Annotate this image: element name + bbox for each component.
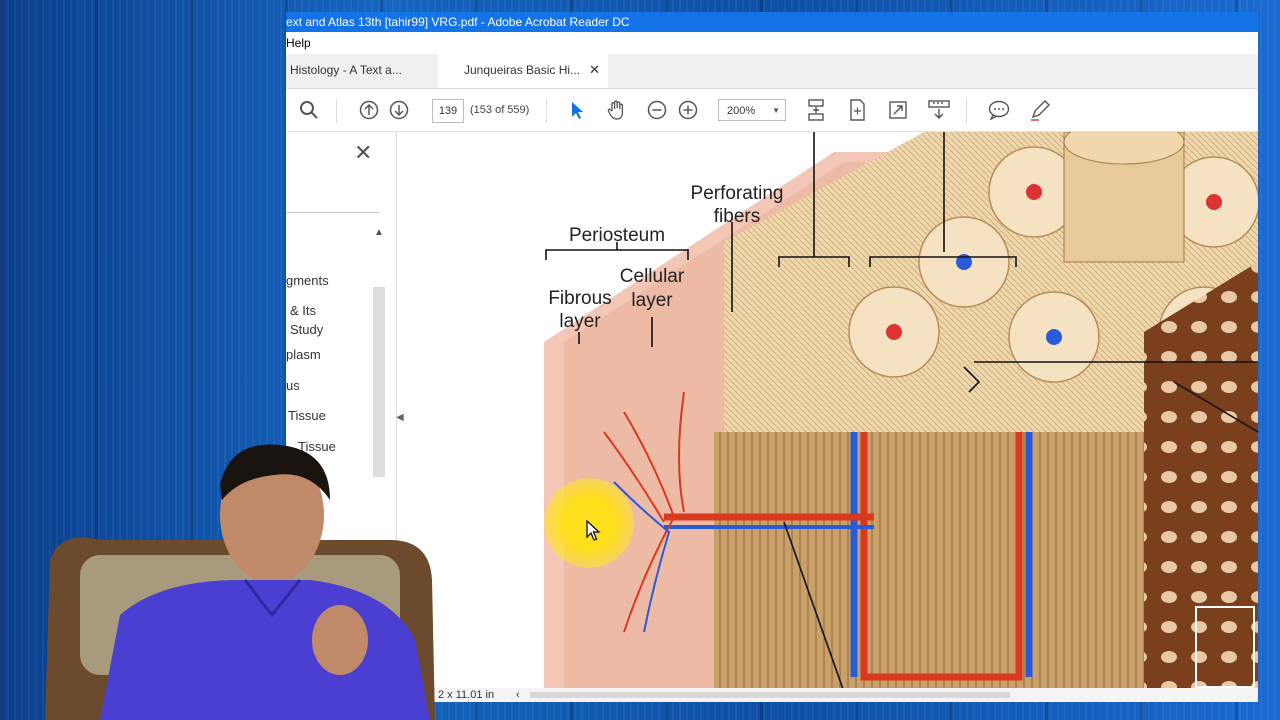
label-fibrous: Fibrous: [548, 288, 612, 309]
bookmark-item[interactable]: plasm: [286, 347, 321, 362]
tab-label: Junqueiras Basic Hi...: [464, 63, 581, 77]
label-fibrous-layer: layer: [559, 311, 601, 332]
fit-page-icon[interactable]: [844, 97, 870, 123]
page-down-icon[interactable]: [386, 97, 412, 123]
horizontal-scrollbar[interactable]: [530, 692, 1010, 698]
fullscreen-icon[interactable]: [885, 97, 911, 123]
label-cellular: Cellular: [619, 266, 685, 287]
label-fibers: fibers: [713, 206, 761, 227]
window-title-bar: ext and Atlas 13th [tahir99] VRG.pdf - A…: [286, 12, 1258, 32]
bookmark-item[interactable]: & Its: [290, 303, 316, 318]
zoom-out-icon[interactable]: [644, 97, 670, 123]
tab-label: Histology - A Text a...: [290, 63, 402, 77]
search-icon[interactable]: [296, 97, 322, 123]
divider: [286, 212, 380, 213]
window-title: ext and Atlas 13th [tahir99] VRG.pdf - A…: [286, 15, 630, 29]
mouse-cursor-icon: [586, 520, 601, 541]
page-up-icon[interactable]: [356, 97, 382, 123]
select-cursor-icon[interactable]: [564, 97, 590, 123]
bone-figure: [544, 132, 1258, 692]
chevron-down-icon: ▼: [772, 106, 780, 115]
comment-icon[interactable]: [986, 97, 1012, 123]
document-view[interactable]: Perforating fibers Periosteum Cellular l…: [404, 132, 1258, 692]
page-size: 2 x 11.01 in: [438, 689, 495, 701]
presenter-webcam: [45, 444, 435, 720]
chevron-left-icon[interactable]: ‹: [516, 688, 520, 702]
label-periosteum: Periosteum: [568, 225, 666, 246]
zoom-select[interactable]: 200% ▼: [718, 99, 786, 121]
bookmark-item[interactable]: Study: [290, 322, 323, 337]
document-tab-bar: Histology - A Text a... Junqueiras Basic…: [286, 54, 1258, 89]
toolbar: 139 (153 of 559) 200% ▼: [286, 89, 1258, 132]
bookmark-item[interactable]: us: [286, 378, 300, 393]
pen-icon[interactable]: [1027, 97, 1053, 123]
menu-bar: Help: [286, 32, 1258, 54]
label-perforating: Perforating: [690, 183, 784, 204]
scrolling-mode-icon[interactable]: [803, 97, 829, 123]
zoom-in-icon[interactable]: [675, 97, 701, 123]
tab-junqueiras[interactable]: Junqueiras Basic Hi... ✕: [438, 54, 608, 88]
hand-icon[interactable]: [604, 97, 630, 123]
close-icon[interactable]: ✕: [354, 140, 372, 166]
zoom-value: 200%: [727, 105, 756, 117]
menu-help[interactable]: Help: [286, 36, 311, 50]
bookmark-item[interactable]: gments: [286, 273, 329, 288]
read-mode-icon[interactable]: [926, 97, 952, 123]
bookmark-item[interactable]: Tissue: [288, 408, 326, 423]
page-count: (153 of 559): [470, 104, 530, 116]
collapse-pane-icon[interactable]: ◀: [396, 412, 404, 423]
close-icon[interactable]: ✕: [589, 54, 600, 86]
page-number-input[interactable]: 139: [432, 99, 464, 123]
chevron-up-icon[interactable]: ▲: [374, 227, 384, 238]
tab-histology[interactable]: Histology - A Text a...: [286, 54, 440, 88]
